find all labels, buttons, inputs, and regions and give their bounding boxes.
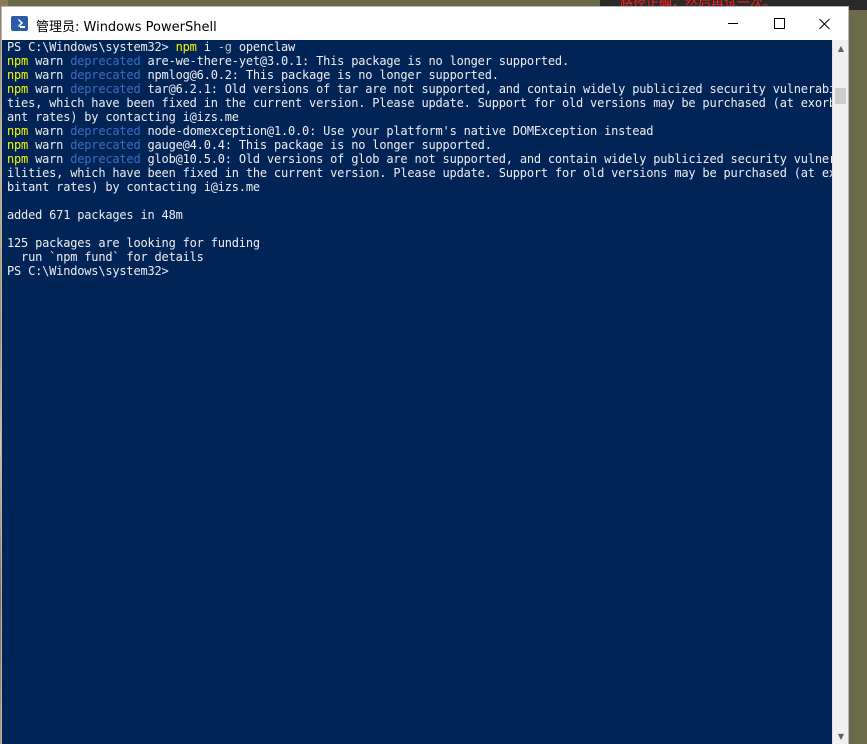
console-line: npm warn deprecated are-we-there-yet@3.0… (7, 54, 832, 68)
console-line: bitant rates) by contacting i@izs.me (7, 180, 832, 194)
console-line: PS C:\Windows\system32> npm i -g opencla… (7, 40, 832, 54)
console-text: warn (28, 138, 71, 152)
console-text: warn (28, 68, 71, 82)
npm-label: npm (7, 54, 29, 68)
powershell-window: 管理员: Windows PowerShell PS C:\Windows\sy… (1, 6, 849, 744)
deprecated-label: deprecated (70, 82, 141, 96)
console-text: -g (217, 40, 232, 54)
console-text: warn (28, 152, 71, 166)
deprecated-label: deprecated (70, 152, 141, 166)
scroll-down-arrow-icon[interactable]: ▼ (833, 728, 849, 744)
console-text: run `npm fund` for details (7, 250, 204, 264)
console-line: ant rates) by contacting i@izs.me (7, 110, 832, 124)
console-lines: PS C:\Windows\system32> npm i -g opencla… (7, 40, 832, 278)
console-line: npm warn deprecated node-domexception@1.… (7, 124, 832, 138)
maximize-button[interactable] (756, 7, 802, 40)
maximize-icon (773, 18, 785, 29)
console-text: node-domexception@1.0.0: Use your platfo… (140, 124, 654, 138)
console-text: PS C:\Windows\system32> (7, 264, 169, 278)
console-text: warn (28, 82, 71, 96)
console-text: npmlog@6.0.2: This package is no longer … (140, 68, 499, 82)
console-line: ties, which have been fixed in the curre… (7, 96, 832, 110)
console-text: ilities, which have been fixed in the cu… (7, 166, 832, 180)
scrollbar-thumb[interactable] (835, 88, 846, 104)
deprecated-label: deprecated (70, 124, 141, 138)
console-output[interactable]: PS C:\Windows\system32> npm i -g opencla… (2, 40, 832, 744)
npm-label: npm (7, 138, 29, 152)
console-line: PS C:\Windows\system32> (7, 264, 832, 278)
console-text: glob@10.5.0: Old versions of glob are no… (140, 152, 833, 166)
console-text: tar@6.2.1: Old versions of tar are not s… (140, 82, 833, 96)
deprecated-label: deprecated (70, 54, 141, 68)
deprecated-label: deprecated (70, 138, 141, 152)
npm-label: npm (7, 124, 29, 138)
npm-label: npm (7, 82, 29, 96)
console-line: npm warn deprecated glob@10.5.0: Old ver… (7, 152, 832, 166)
console-line: run `npm fund` for details (7, 250, 832, 264)
console-text: warn (28, 124, 71, 138)
console-line: npm warn deprecated npmlog@6.0.2: This p… (7, 68, 832, 82)
console-text: are-we-there-yet@3.0.1: This package is … (140, 54, 570, 68)
powershell-icon[interactable] (11, 16, 28, 31)
console-line: added 671 packages in 48m (7, 208, 832, 222)
npm-label: npm (175, 40, 197, 54)
console-text: ant rates) by contacting i@izs.me (7, 110, 239, 124)
console-text: i (196, 40, 218, 54)
vertical-scrollbar[interactable]: ▲ ▼ (832, 40, 848, 744)
console-line: npm warn deprecated tar@6.2.1: Old versi… (7, 82, 832, 96)
console-text: 125 packages are looking for funding (7, 236, 260, 250)
scroll-up-arrow-icon[interactable]: ▲ (833, 40, 849, 56)
minimize-button[interactable] (710, 7, 756, 40)
minimize-icon (728, 23, 738, 24)
window-title: 管理员: Windows PowerShell (36, 20, 217, 35)
close-button[interactable] (802, 7, 848, 40)
console-line: ilities, which have been fixed in the cu… (7, 166, 832, 180)
npm-label: npm (7, 68, 29, 82)
title-bar[interactable]: 管理员: Windows PowerShell (2, 7, 848, 40)
console-text: added 671 packages in 48m (7, 208, 183, 222)
console-text: ties, which have been fixed in the curre… (7, 96, 832, 110)
npm-label: npm (7, 152, 29, 166)
console-text: openclaw (231, 40, 296, 54)
deprecated-label: deprecated (70, 68, 141, 82)
console-line: npm warn deprecated gauge@4.0.4: This pa… (7, 138, 832, 152)
console-text: gauge@4.0.4: This package is no longer s… (140, 138, 492, 152)
close-icon (819, 18, 831, 30)
console-text: bitant rates) by contacting i@izs.me (7, 180, 260, 194)
console-line: 125 packages are looking for funding (7, 236, 832, 250)
console-text: PS C:\Windows\system32> (7, 40, 176, 54)
console-text: warn (28, 54, 71, 68)
